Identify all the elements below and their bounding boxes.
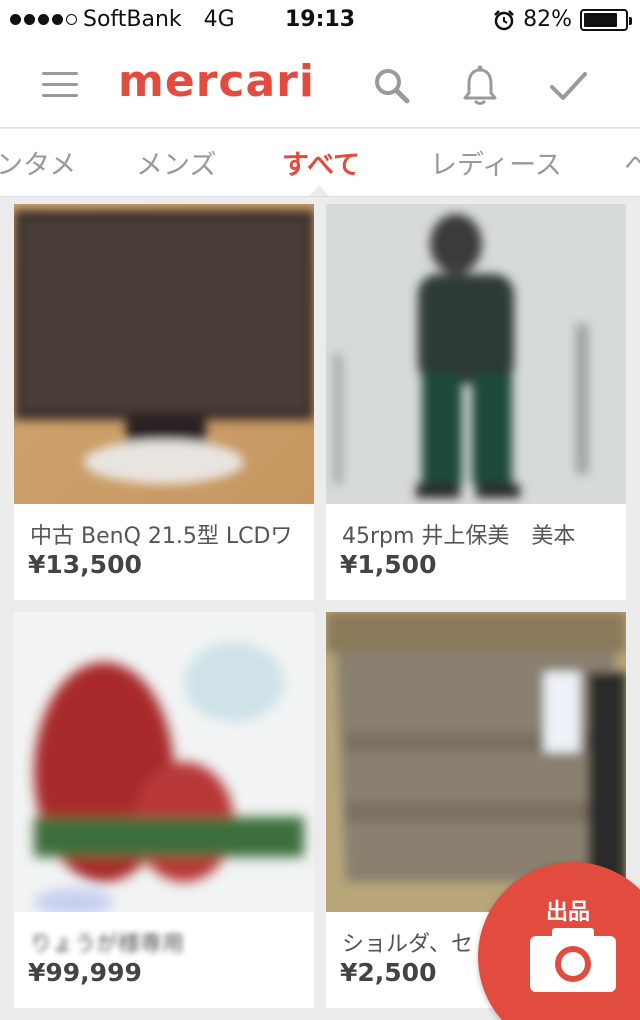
tab-next[interactable]: ヘ (624, 143, 640, 182)
tab-entame[interactable]: ンタメ (0, 143, 76, 182)
active-tab-indicator (308, 185, 330, 196)
item-card-book[interactable]: 45rpm 井上保美 美本 ¥1,500 (326, 204, 626, 600)
item-title: りょうが様専用 (30, 932, 185, 957)
status-bar: SoftBank 4G 19:13 82% (0, 0, 640, 40)
tab-mens[interactable]: メンズ (136, 143, 216, 182)
sell-button-label: 出品 (546, 900, 591, 925)
status-bar-right: 82% (493, 7, 632, 32)
item-title: ショルダ、セ (342, 932, 473, 957)
search-icon[interactable] (370, 64, 414, 108)
mercari-home-screen: SoftBank 4G 19:13 82% mercari ンタメ メンズ すべ… (0, 0, 640, 1020)
item-price: ¥13,500 (28, 550, 142, 579)
tab-ladies[interactable]: レディース (430, 143, 562, 182)
battery-percent: 82% (523, 7, 572, 32)
battery-icon (580, 8, 632, 31)
tab-all[interactable]: すべて (282, 143, 360, 182)
item-price: ¥99,999 (28, 958, 142, 987)
item-price: ¥2,500 (340, 958, 437, 987)
mercari-logo: mercari (118, 56, 315, 107)
item-title: 中古 BenQ 21.5型 LCDワ (30, 524, 293, 549)
app-header: mercari (0, 40, 640, 128)
item-photo (14, 204, 314, 504)
battery-level (584, 12, 617, 27)
item-title: 45rpm 井上保美 美本 (342, 524, 576, 549)
check-icon[interactable] (546, 64, 590, 108)
item-card-poster[interactable]: りょうが様専用 ¥99,999 (14, 612, 314, 1008)
menu-icon[interactable] (42, 72, 78, 98)
category-tabs: ンタメ メンズ すべて レディース ヘ (0, 129, 640, 197)
item-photo (326, 204, 626, 504)
item-photo (14, 612, 314, 912)
item-price: ¥1,500 (340, 550, 437, 579)
bell-icon[interactable] (458, 64, 502, 108)
alarm-icon (494, 9, 514, 30)
camera-icon (530, 928, 616, 992)
item-card-monitor[interactable]: 中古 BenQ 21.5型 LCDワ ¥13,500 (14, 204, 314, 600)
